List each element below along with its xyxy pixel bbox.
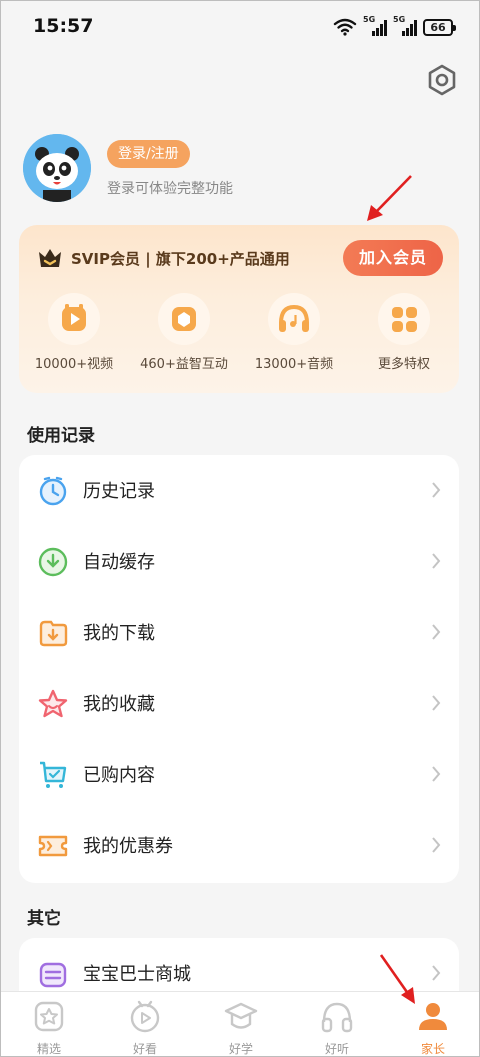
perk-more[interactable]: 更多特权 — [349, 293, 459, 372]
tab-label: 好听 — [324, 1042, 349, 1056]
list-item-coupons[interactable]: 我的优惠券 — [19, 810, 459, 881]
coupon-icon — [38, 835, 68, 857]
tv-icon — [130, 1000, 160, 1033]
status-icons: 5G 5G 66 — [333, 15, 456, 39]
list-item-purchased[interactable]: 已购内容 — [19, 739, 459, 810]
video-icon — [62, 304, 86, 331]
clock-icon — [39, 476, 67, 506]
settings-gear-icon[interactable] — [425, 63, 459, 97]
chevron-right-icon — [432, 766, 441, 782]
list-item-label: 历史记录 — [83, 481, 155, 502]
battery-icon: 66 — [423, 18, 456, 36]
list-item-label: 宝宝巴士商城 — [83, 964, 191, 985]
login-register-button[interactable]: 登录/注册 — [107, 140, 190, 168]
perk-label: 13000+音频 — [254, 357, 334, 372]
puzzle-icon — [172, 307, 196, 331]
list-item-auto-cache[interactable]: 自动缓存 — [19, 526, 459, 597]
join-vip-button[interactable]: 加入会员 — [343, 240, 443, 276]
chevron-right-icon — [432, 695, 441, 711]
signal-icon-2: 5G — [393, 15, 417, 36]
list-item-favorites[interactable]: 我的收藏 — [19, 668, 459, 739]
cap-icon — [224, 1002, 258, 1029]
cache-icon — [38, 547, 68, 577]
list-item-label: 我的收藏 — [83, 694, 155, 715]
tab-label: 家长 — [420, 1042, 445, 1056]
tab-learn[interactable]: 好学 — [193, 1000, 289, 1056]
annotation-arrow-icon — [367, 175, 412, 221]
login-hint-text: 登录可体验完整功能 — [107, 181, 233, 197]
perk-label: 更多特权 — [377, 357, 430, 372]
perk-videos[interactable]: 10000+视频 — [19, 293, 129, 372]
perk-interactive[interactable]: 460+益智互动 — [129, 293, 239, 372]
list-item-label: 我的下载 — [83, 623, 155, 644]
usage-list: 历史记录 自动缓存 我的下载 我的收藏 已购内容 我的优惠券 — [19, 455, 459, 883]
tab-label: 好学 — [228, 1042, 253, 1056]
list-item-label: 已购内容 — [83, 765, 155, 786]
list-item-label: 自动缓存 — [83, 552, 155, 573]
chevron-right-icon — [432, 482, 441, 498]
chevron-right-icon — [432, 624, 441, 640]
perk-label: 10000+视频 — [34, 357, 114, 372]
shop-icon — [39, 962, 67, 988]
perk-audio[interactable]: 13000+音频 — [239, 293, 349, 372]
tab-watch[interactable]: 好看 — [97, 1000, 193, 1056]
status-time: 15:57 — [33, 15, 94, 37]
app-screen: 15:57 5G 5G 66 登录/注册 登录可体验完整功能 SVIP会员 | … — [0, 0, 480, 1057]
tab-featured[interactable]: 精选 — [1, 1000, 97, 1056]
svip-title: SVIP会员 | 旗下200+产品通用 — [71, 250, 290, 268]
headphones-icon — [321, 1002, 353, 1033]
crown-icon — [39, 249, 61, 267]
star-icon — [38, 689, 68, 718]
cart-icon — [40, 761, 67, 788]
usage-section-title: 使用记录 — [27, 426, 95, 446]
chevron-right-icon — [432, 837, 441, 853]
tab-listen[interactable]: 好听 — [289, 1000, 385, 1056]
svip-card[interactable]: SVIP会员 | 旗下200+产品通用 加入会员 10000+视频 460+益智… — [19, 225, 459, 393]
list-item-label: 我的优惠券 — [83, 836, 173, 857]
annotation-arrow-icon — [379, 954, 415, 1004]
other-section-title: 其它 — [27, 909, 61, 929]
star-badge-icon — [34, 1001, 64, 1032]
tab-parent[interactable]: 家长 — [385, 1000, 479, 1056]
panda-avatar-icon — [23, 134, 91, 202]
perk-label: 460+益智互动 — [140, 357, 228, 372]
signal-icon-1: 5G — [363, 15, 387, 36]
chevron-right-icon — [432, 553, 441, 569]
avatar[interactable] — [23, 134, 91, 202]
status-bar: 15:57 5G 5G 66 — [1, 1, 479, 53]
tab-label: 精选 — [36, 1042, 61, 1056]
grid-icon — [392, 307, 417, 332]
list-item-downloads[interactable]: 我的下载 — [19, 597, 459, 668]
download-icon — [39, 620, 68, 647]
list-item-history[interactable]: 历史记录 — [19, 455, 459, 526]
wifi-icon — [333, 18, 357, 36]
tab-label: 好看 — [132, 1042, 157, 1056]
headphones-icon — [279, 304, 309, 332]
chevron-right-icon — [432, 965, 441, 981]
